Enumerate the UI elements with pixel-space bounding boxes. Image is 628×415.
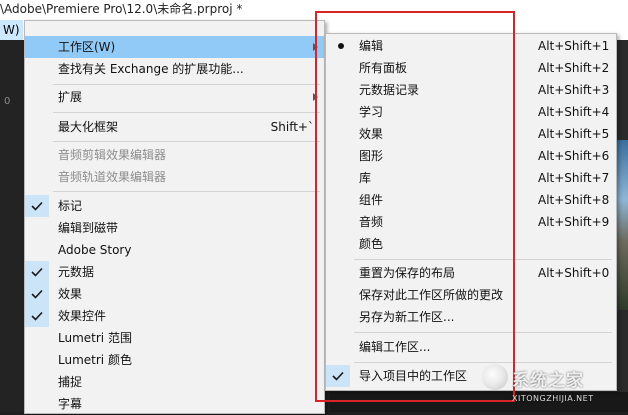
menu-separator — [53, 112, 320, 113]
menu-item-label: 元数据 — [58, 265, 95, 279]
workspace-item-assembly[interactable]: 组件 Alt+Shift+8 — [326, 189, 616, 211]
menu-item-label: 查找有关 Exchange 的扩展功能... — [58, 62, 244, 76]
workspace-item-shortcut: Alt+Shift+6 — [538, 149, 610, 163]
workspace-item-shortcut: Alt+Shift+3 — [538, 83, 610, 97]
workspace-item-libraries[interactable]: 库 Alt+Shift+7 — [326, 167, 616, 189]
menu-bar-window[interactable]: W) — [0, 20, 23, 40]
menu-item-label: Lumetri 范围 — [58, 331, 132, 345]
menu-item-exchange[interactable]: 查找有关 Exchange 的扩展功能... — [25, 58, 324, 80]
menu-item-maximize-frame[interactable]: 最大化框架 Shift+` — [25, 116, 324, 138]
watermark-text: 系统之家 — [512, 371, 584, 391]
workspace-item-shortcut: Alt+Shift+9 — [538, 215, 610, 229]
menu-separator — [354, 332, 612, 333]
left-panel: 0 — [0, 40, 24, 412]
menu-item-label: 效果控件 — [58, 309, 107, 323]
radio-bullet-icon — [338, 43, 344, 49]
workspace-item-edit-workspaces[interactable]: 编辑工作区... — [326, 336, 616, 358]
workspace-item-label: 编辑 — [359, 39, 384, 53]
menu-item-label: 编辑到磁带 — [58, 221, 119, 235]
window-title: \Adobe\Premiere Pro\12.0\未命名.prproj * — [0, 2, 243, 16]
workspace-item-metadata-logging[interactable]: 元数据记录 Alt+Shift+3 — [326, 79, 616, 101]
workspace-item-label: 组件 — [359, 193, 384, 207]
menu-item-label: 效果 — [58, 287, 83, 301]
menu-item-effects[interactable]: 效果 — [25, 283, 324, 305]
workspace-item-label: 导入项目中的工作区 — [359, 369, 468, 383]
workspace-item-shortcut: Alt+Shift+4 — [538, 105, 610, 119]
workspace-item-label: 元数据记录 — [359, 83, 420, 97]
menu-item-label: 音频剪辑效果编辑器 — [58, 148, 167, 162]
workspace-item-editing[interactable]: 编辑 Alt+Shift+1 — [326, 35, 616, 57]
watermark-url: XITONGZHIJIA.NET — [512, 394, 594, 403]
workspace-item-label: 颜色 — [359, 237, 384, 251]
menu-item-label: 音频轨道效果编辑器 — [58, 170, 167, 184]
workspace-submenu: 编辑 Alt+Shift+1 所有面板 Alt+Shift+2 元数据记录 Al… — [325, 33, 617, 391]
workspace-item-label: 另存为新工作区... — [359, 310, 455, 324]
menu-item-label: 捕捉 — [58, 375, 83, 389]
menu-item-label: 工作区(W) — [58, 40, 116, 54]
workspace-item-label: 库 — [359, 171, 372, 185]
submenu-arrow-icon — [313, 93, 318, 101]
checkmark-icon — [25, 195, 49, 217]
menu-item-edit-to-tape[interactable]: 编辑到磁带 — [25, 217, 324, 239]
menu-separator — [53, 191, 320, 192]
workspace-item-label: 重置为保存的布局 — [359, 266, 456, 280]
menu-item-label: Adobe Story — [58, 243, 132, 257]
checkmark-icon — [326, 365, 350, 387]
workspace-item-effects[interactable]: 效果 Alt+Shift+5 — [326, 123, 616, 145]
workspace-item-all-panels[interactable]: 所有面板 Alt+Shift+2 — [326, 57, 616, 79]
menu-item-lumetri-scopes[interactable]: Lumetri 范围 — [25, 327, 324, 349]
left-panel-number: 0 — [4, 96, 11, 107]
menu-item-label: Lumetri 颜色 — [58, 353, 132, 367]
menu-item-label: 标记 — [58, 199, 83, 213]
menu-item-lumetri-color[interactable]: Lumetri 颜色 — [25, 349, 324, 371]
checkmark-icon — [25, 261, 49, 283]
workspace-item-label: 所有面板 — [359, 61, 408, 75]
workspace-item-learning[interactable]: 学习 Alt+Shift+4 — [326, 101, 616, 123]
workspace-item-shortcut: Alt+Shift+7 — [538, 171, 610, 185]
workspace-item-label: 效果 — [359, 127, 384, 141]
workspace-item-reset-layout[interactable]: 重置为保存的布局 Alt+Shift+0 — [326, 262, 616, 284]
workspace-item-save-as-new[interactable]: 另存为新工作区... — [326, 306, 616, 328]
watermark-logo-icon — [482, 364, 508, 390]
workspace-item-label: 保存对此工作区所做的更改 — [359, 288, 504, 302]
menu-item-workspace[interactable]: 工作区(W) — [25, 36, 324, 58]
submenu-arrow-icon — [313, 43, 318, 51]
menu-separator — [354, 259, 612, 260]
menu-item-audio-track-effect-editor: 音频轨道效果编辑器 — [25, 166, 324, 188]
workspace-item-shortcut: Alt+Shift+8 — [538, 193, 610, 207]
menu-item-markers[interactable]: 标记 — [25, 195, 324, 217]
menu-separator — [53, 84, 320, 85]
workspace-item-save-changes[interactable]: 保存对此工作区所做的更改 — [326, 284, 616, 306]
checkmark-icon — [25, 305, 49, 327]
workspace-item-shortcut: Alt+Shift+0 — [538, 266, 610, 280]
menu-item-adobe-story[interactable]: Adobe Story — [25, 239, 324, 261]
menu-item-extensions[interactable]: 扩展 — [25, 86, 324, 108]
window-title-bar: \Adobe\Premiere Pro\12.0\未命名.prproj * — [0, 0, 628, 20]
menu-item-metadata[interactable]: 元数据 — [25, 261, 324, 283]
workspace-item-label: 学习 — [359, 105, 384, 119]
workspace-item-shortcut: Alt+Shift+1 — [538, 39, 610, 53]
menu-separator — [53, 141, 320, 142]
watermark: 系统之家 XITONGZHIJIA.NET — [482, 362, 628, 412]
workspace-item-shortcut: Alt+Shift+5 — [538, 127, 610, 141]
workspace-item-audio[interactable]: 音频 Alt+Shift+9 — [326, 211, 616, 233]
menu-item-audio-clip-effect-editor: 音频剪辑效果编辑器 — [25, 144, 324, 166]
checkmark-icon — [25, 283, 49, 305]
workspace-item-color[interactable]: 颜色 — [326, 233, 616, 255]
workspace-item-label: 编辑工作区... — [359, 340, 431, 354]
menu-item-capture[interactable]: 捕捉 — [25, 371, 324, 393]
menu-item-shortcut: Shift+` — [270, 120, 314, 134]
menu-item-label: 最大化框架 — [58, 120, 119, 134]
workspace-item-label: 图形 — [359, 149, 384, 163]
menu-item-label: 扩展 — [58, 90, 83, 104]
workspace-item-shortcut: Alt+Shift+2 — [538, 61, 610, 75]
menu-item-effect-controls[interactable]: 效果控件 — [25, 305, 324, 327]
workspace-item-label: 音频 — [359, 215, 384, 229]
window-menu: 工作区(W) 查找有关 Exchange 的扩展功能... 扩展 最大化框架 S… — [24, 20, 325, 414]
workspace-item-graphics[interactable]: 图形 Alt+Shift+6 — [326, 145, 616, 167]
